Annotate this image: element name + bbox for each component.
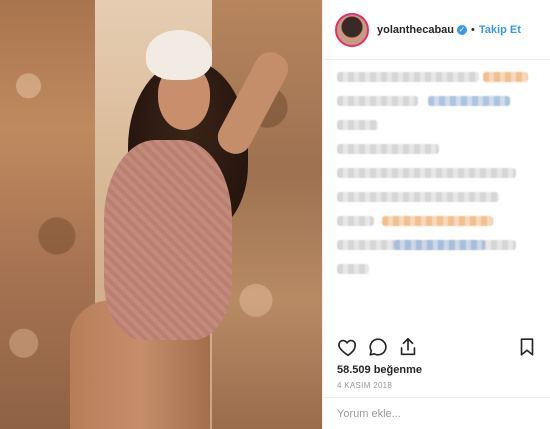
- post-date: 4 KASIM 2018: [337, 381, 393, 390]
- post-actions: [337, 336, 538, 360]
- post-header: yolanthecabau ✓ • Takip Et: [323, 0, 550, 60]
- blurred-comment: [337, 264, 370, 274]
- blurred-comment: [337, 144, 439, 154]
- comments-list: [337, 62, 540, 322]
- blurred-comment: [483, 72, 528, 82]
- bookmark-icon[interactable]: [516, 336, 538, 358]
- blurred-comment: [381, 216, 494, 226]
- comment-bubble-icon[interactable]: [367, 336, 389, 358]
- blurred-comment: [428, 96, 510, 106]
- verified-badge-icon: ✓: [457, 24, 468, 35]
- blurred-comment: [337, 168, 516, 178]
- heart-icon[interactable]: [337, 336, 359, 358]
- blurred-comment: [337, 72, 480, 82]
- post-side-panel: yolanthecabau ✓ • Takip Et 58.509 beğenm…: [322, 0, 550, 429]
- photo-figure-body: [104, 140, 232, 340]
- photo-figure-turban: [146, 30, 212, 80]
- separator-dot: •: [471, 23, 475, 36]
- post-photo[interactable]: [0, 0, 322, 429]
- follow-button[interactable]: Takip Et: [479, 24, 521, 36]
- avatar[interactable]: [335, 12, 369, 47]
- blurred-comment: [337, 96, 419, 106]
- blurred-comment: [337, 120, 378, 130]
- share-icon[interactable]: [397, 336, 419, 358]
- blurred-comment: [337, 192, 500, 202]
- blurred-comment: [393, 240, 486, 250]
- username[interactable]: yolanthecabau: [377, 24, 454, 36]
- comment-input[interactable]: [337, 407, 536, 420]
- comment-box: [323, 397, 550, 429]
- like-count[interactable]: 58.509 beğenme: [337, 364, 422, 376]
- blurred-comment: [337, 216, 374, 226]
